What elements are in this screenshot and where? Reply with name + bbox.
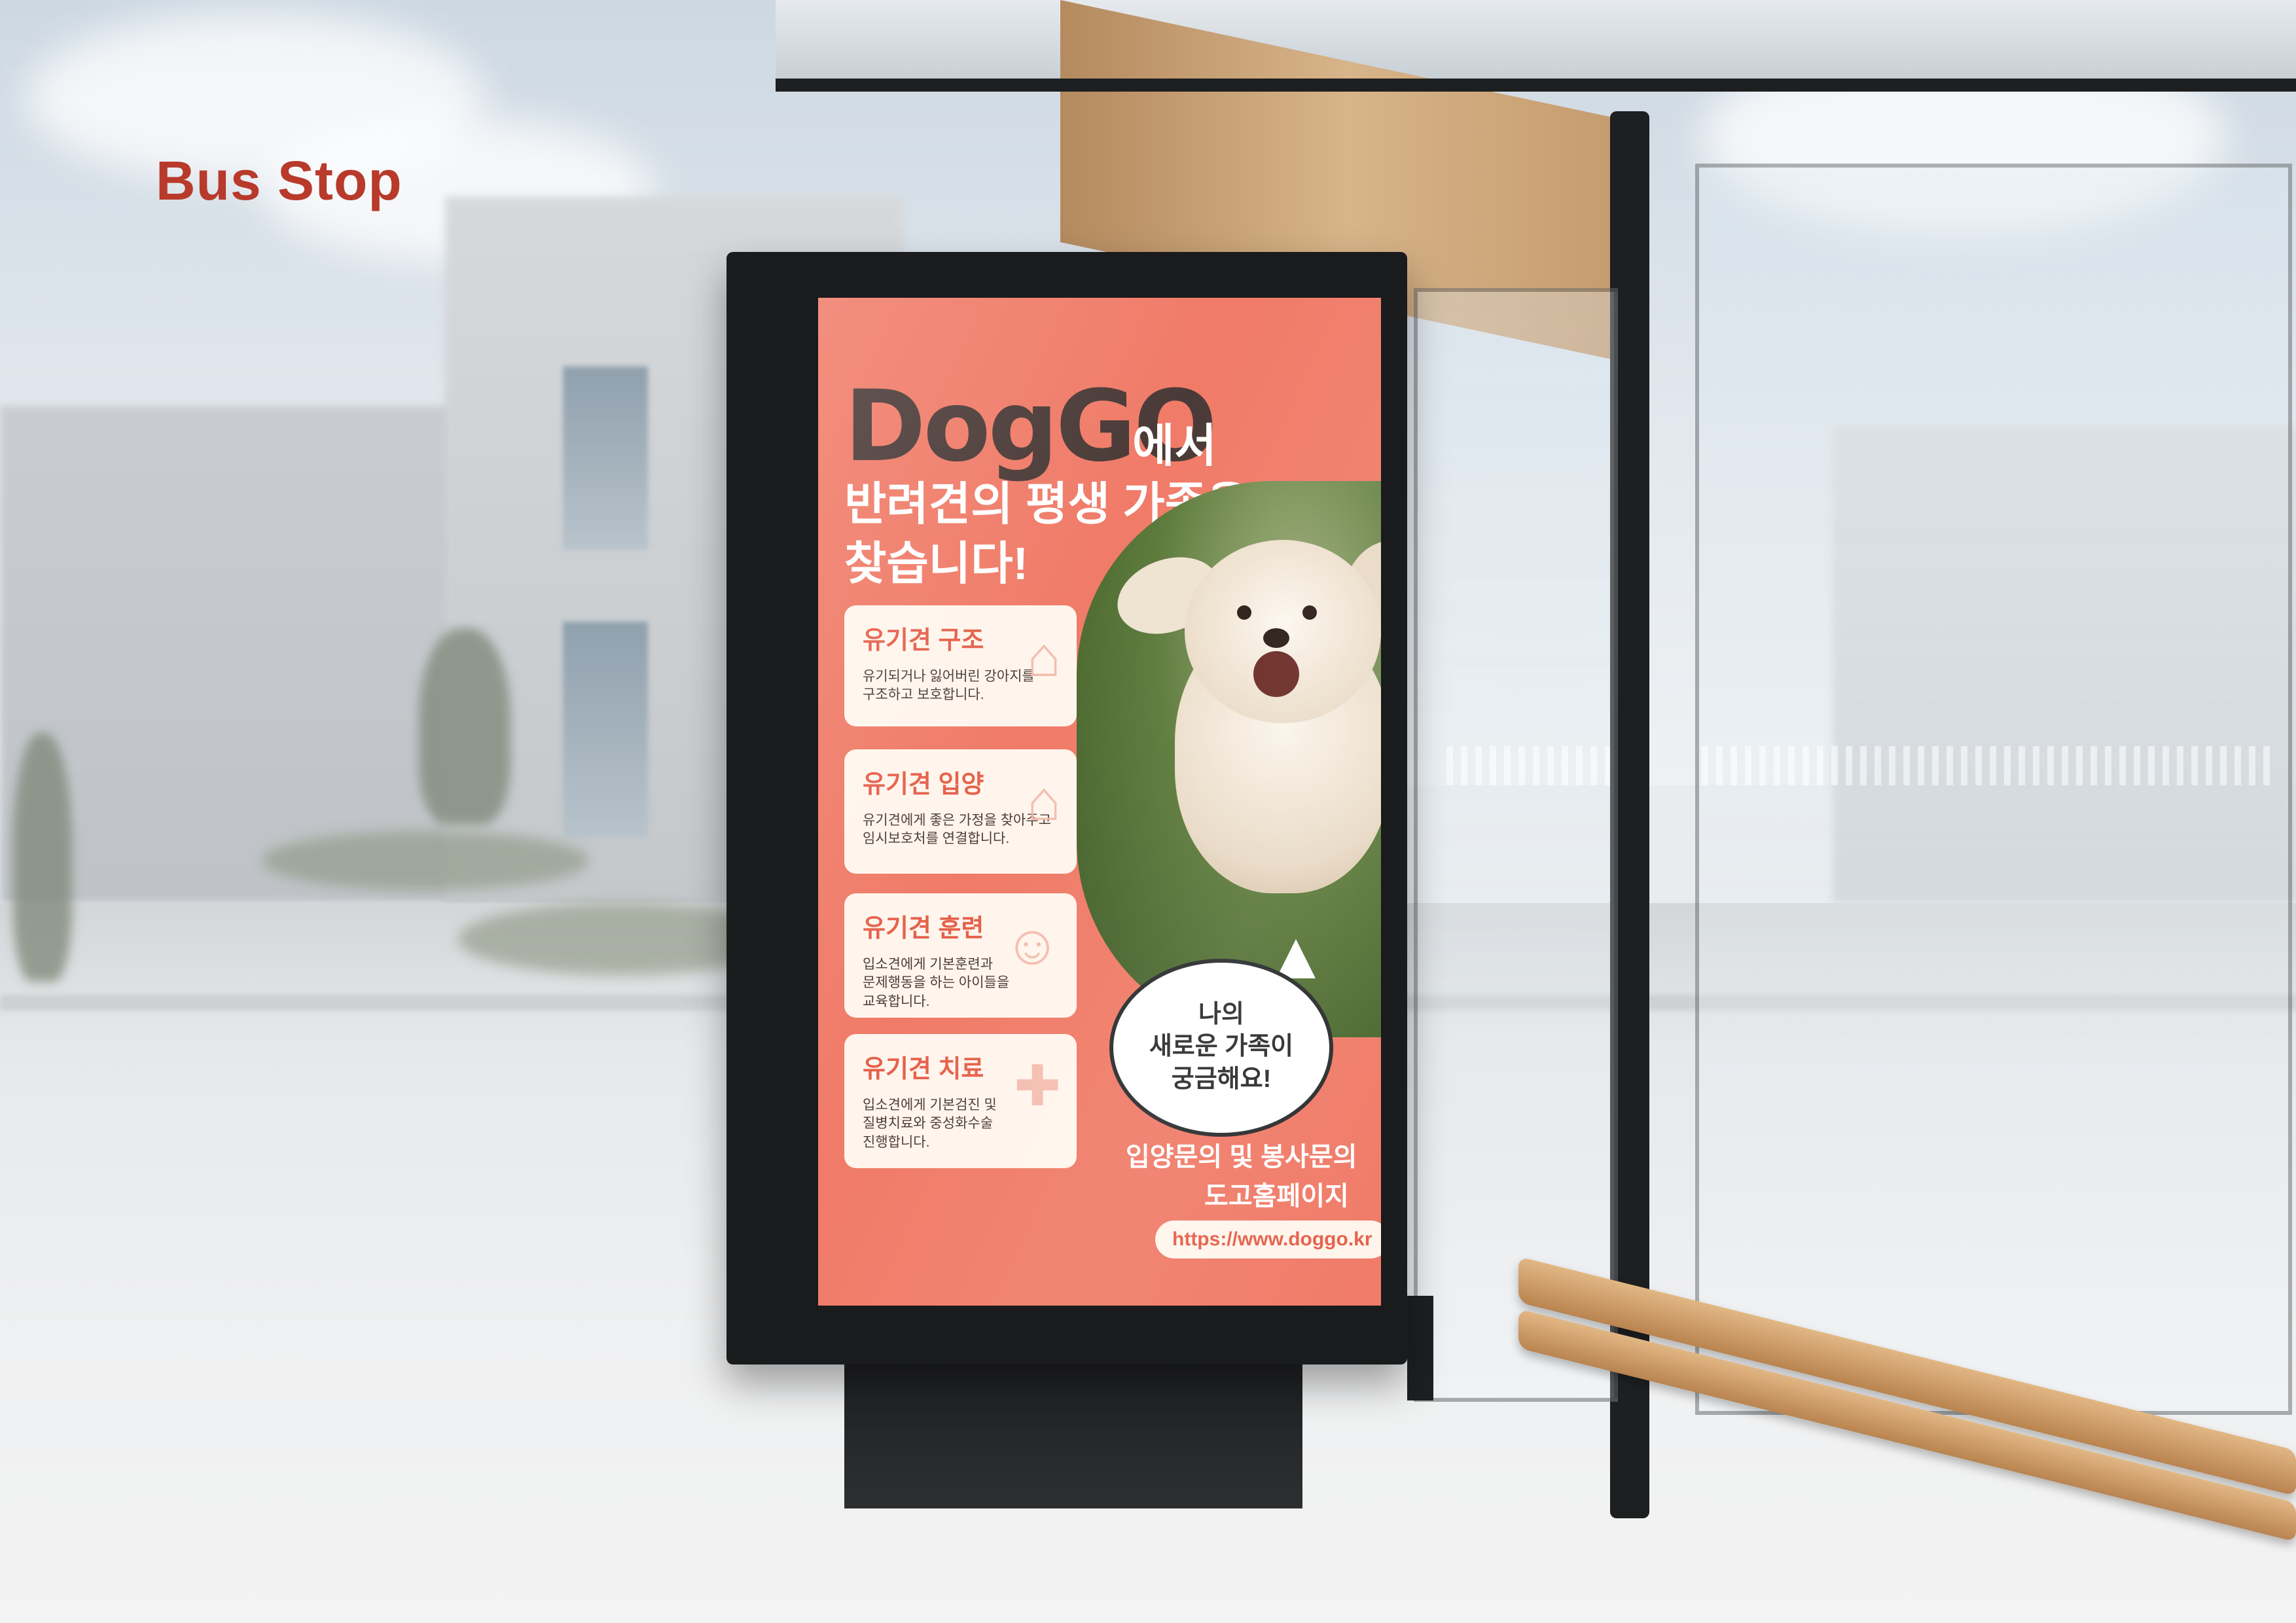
service-card: 유기견 치료 입소견에게 기본검진 및 질병치료와 중성화수술 진행합니다. ✚ — [844, 1034, 1077, 1168]
building-window — [563, 622, 648, 838]
shrub — [262, 831, 589, 890]
page-headline: Bus Stop — [156, 150, 403, 211]
dog-eye — [1237, 605, 1251, 620]
website-url: https://www.doggo.kr — [1155, 1221, 1381, 1258]
glass-frost-strip — [1702, 746, 2278, 785]
adoption-poster: DogGO 에서 반려견의 평생 가족을 찾습니다! 유기견 구조 유기되거나 … — [818, 298, 1381, 1306]
service-card-desc-line: 진행합니다. — [863, 1134, 930, 1150]
service-card-title: 유기견 입양 — [863, 771, 984, 798]
bus-stop-scene: Bus Stop DogGO 에서 반려견의 평생 가족을 찾습니다! 유기견 … — [0, 0, 2296, 1623]
paw-medical-icon: ✚ — [1013, 1055, 1061, 1118]
dog-nose — [1263, 628, 1289, 648]
tree — [13, 733, 72, 982]
shelter-glass-panel — [1695, 164, 2292, 1415]
speech-bubble-text: 나의 새로운 가족이 궁금해요! — [1113, 999, 1329, 1096]
dog-house-icon: ⌂ — [1027, 626, 1061, 688]
service-card: 유기견 훈련 입소견에게 기본훈련과 문제행동을 하는 아이들을 교육합니다. … — [844, 893, 1077, 1018]
contact-text: 도고홈페이지 — [1204, 1182, 1349, 1211]
service-card-title: 유기견 치료 — [863, 1056, 984, 1083]
service-card-title: 유기견 구조 — [863, 627, 984, 654]
speech-bubble-line: 나의 — [1198, 1001, 1244, 1028]
logo-suffix: 에서 — [1132, 420, 1217, 471]
building-window — [563, 366, 648, 550]
training-icon: ☺ — [1003, 914, 1061, 976]
home-icon: ⌂ — [1027, 770, 1061, 832]
service-card: 유기견 구조 유기되거나 잃어버린 강아지를 구조하고 보호합니다. ⌂ — [844, 605, 1077, 726]
speech-bubble: 나의 새로운 가족이 궁금해요! — [1109, 959, 1333, 1137]
shelter-roof — [776, 0, 2296, 88]
shelter-glass-panel — [1414, 288, 1618, 1402]
bench-leg — [1407, 1296, 1433, 1400]
speech-bubble-line: 궁금해요! — [1171, 1065, 1272, 1093]
contact-text: 입양문의 및 봉사문의 — [1126, 1143, 1357, 1171]
dog-mouth — [1253, 651, 1299, 697]
dog-photo — [1077, 481, 1381, 1037]
roof-beam — [776, 79, 2296, 92]
speech-bubble-line: 새로운 가족이 — [1149, 1033, 1294, 1061]
service-card: 유기견 입양 유기견에게 좋은 가정을 찾아주고 임시보호처를 연결합니다. ⌂ — [844, 749, 1077, 874]
glass-frost-strip — [1446, 746, 1610, 785]
service-card-desc-line: 교육합니다. — [863, 993, 930, 1009]
service-card-title: 유기견 훈련 — [863, 915, 984, 942]
tree — [419, 628, 511, 825]
dog-eye — [1302, 605, 1317, 620]
